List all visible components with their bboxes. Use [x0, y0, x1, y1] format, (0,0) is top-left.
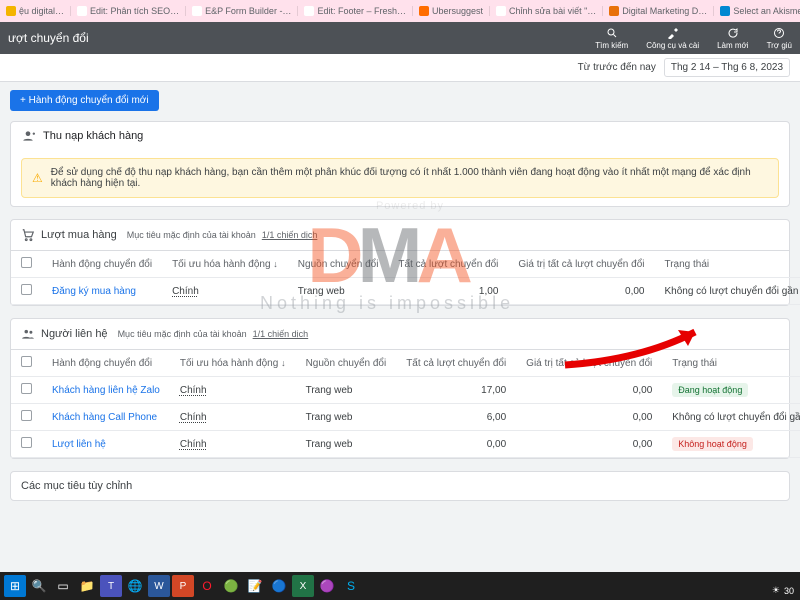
refresh-button[interactable]: Làm mới	[717, 27, 748, 50]
conversion-link[interactable]: Lượt liên hệ	[52, 439, 106, 450]
page-title: ượt chuyển đổi	[8, 31, 89, 45]
sort-down-icon: ↓	[273, 259, 278, 269]
row-checkbox[interactable]	[21, 410, 32, 421]
date-range-bar: Từ trước đến nay Thg 2 14 – Thg 6 8, 202…	[0, 54, 800, 82]
contacts-table: Hành động chuyển đổi Tối ưu hóa hành độn…	[11, 350, 800, 458]
table-row[interactable]: Khách hàng liên hệ ZaloChínhTrang web17,…	[11, 377, 800, 404]
person-add-icon	[21, 129, 35, 143]
opera-icon[interactable]: O	[196, 575, 218, 597]
refresh-icon	[727, 27, 739, 39]
notepad-icon[interactable]: 📝	[244, 575, 266, 597]
word-icon[interactable]: W	[148, 575, 170, 597]
select-all-checkbox[interactable]	[21, 356, 32, 367]
contacts-card: Người liên hệ Mục tiêu mặc định của tài …	[10, 318, 790, 459]
contacts-meta: Mục tiêu mặc định của tài khoản1/1 chiến…	[118, 329, 309, 339]
app-icon[interactable]: 🔵	[268, 575, 290, 597]
start-button[interactable]: ⊞	[4, 575, 26, 597]
explorer-icon[interactable]: 📁	[76, 575, 98, 597]
table-row[interactable]: Lượt liên hệChínhTrang web0,000,00Không …	[11, 431, 800, 458]
browser-tab[interactable]: E&P Form Builder -…	[186, 6, 298, 16]
warning-icon: ⚠	[32, 171, 43, 185]
windows-taskbar[interactable]: ⊞ 🔍 ▭ 📁 T 🌐 W P O 🟢 📝 🔵 X 🟣 S ☀ 30	[0, 572, 800, 600]
search-button[interactable]: Tìm kiếm	[595, 27, 628, 50]
skype-icon[interactable]: S	[340, 575, 362, 597]
custom-goals-card[interactable]: Các mục tiêu tùy chỉnh	[10, 471, 790, 501]
acquisition-alert: ⚠ Để sử dụng chế độ thu nạp khách hàng, …	[21, 158, 779, 198]
purchases-card: Lượt mua hàng Mục tiêu mặc định của tài …	[10, 219, 790, 306]
browser-tab[interactable]: ệu digital…	[0, 6, 71, 16]
edge-icon[interactable]: 🌐	[124, 575, 146, 597]
table-row[interactable]: Đăng ký mua hàngChínhTrang web1,000,00Kh…	[11, 278, 800, 305]
new-conversion-action-button[interactable]: + Hành động chuyển đổi mới	[10, 90, 159, 111]
browser-tab[interactable]: Ubersuggest	[413, 6, 490, 16]
help-icon	[773, 27, 785, 39]
row-checkbox[interactable]	[21, 284, 32, 295]
conversion-link[interactable]: Khách hàng Call Phone	[52, 412, 157, 423]
sort-down-icon: ↓	[281, 358, 286, 368]
cart-icon	[21, 228, 35, 242]
contacts-icon	[21, 327, 35, 341]
browser-tab[interactable]: Edit: Phân tích SEO…	[71, 6, 186, 16]
conversion-link[interactable]: Đăng ký mua hàng	[52, 286, 136, 297]
search-icon	[606, 27, 618, 39]
tools-button[interactable]: Công cụ và cài	[646, 27, 699, 50]
excel-icon[interactable]: X	[292, 575, 314, 597]
conversion-link[interactable]: Khách hàng liên hệ Zalo	[52, 385, 160, 396]
row-checkbox[interactable]	[21, 383, 32, 394]
purchases-header[interactable]: Lượt mua hàng	[21, 228, 117, 242]
browser-tab[interactable]: Chỉnh sửa bài viết "…	[490, 6, 603, 16]
acquisition-card: Thu nạp khách hàng ⚠ Để sử dụng chế độ t…	[10, 121, 790, 207]
browser-tab-strip: ệu digital…Edit: Phân tích SEO…E&P Form …	[0, 0, 800, 22]
browser-tab[interactable]: Edit: Footer – Fresh…	[298, 6, 413, 16]
date-range-picker[interactable]: Thg 2 14 – Thg 6 8, 2023	[664, 58, 790, 77]
acquisition-header[interactable]: Thu nạp khách hàng	[11, 122, 789, 150]
contacts-header[interactable]: Người liên hệ	[21, 327, 108, 341]
browser-tab[interactable]: Digital Marketing D…	[603, 6, 714, 16]
task-view-icon[interactable]: ▭	[52, 575, 74, 597]
app-icon-2[interactable]: 🟣	[316, 575, 338, 597]
wrench-icon	[667, 27, 679, 39]
system-tray[interactable]: ☀ 30	[772, 585, 794, 596]
row-checkbox[interactable]	[21, 437, 32, 448]
app-header: ượt chuyển đổi Tìm kiếm Công cụ và cài L…	[0, 22, 800, 54]
date-prefix: Từ trước đến nay	[578, 62, 656, 73]
table-row[interactable]: Khách hàng Call PhoneChínhTrang web6,000…	[11, 404, 800, 431]
teams-icon[interactable]: T	[100, 575, 122, 597]
chrome-icon[interactable]: 🟢	[220, 575, 242, 597]
purchases-table: Hành động chuyển đổi Tối ưu hóa hành độn…	[11, 251, 800, 305]
search-taskbar-icon[interactable]: 🔍	[28, 575, 50, 597]
purchases-meta: Mục tiêu mặc định của tài khoản1/1 chiến…	[127, 230, 318, 240]
help-button[interactable]: Trợ giú	[767, 27, 792, 50]
select-all-checkbox[interactable]	[21, 257, 32, 268]
browser-tab[interactable]: Select an Akismet S…	[714, 6, 800, 16]
powerpoint-icon[interactable]: P	[172, 575, 194, 597]
